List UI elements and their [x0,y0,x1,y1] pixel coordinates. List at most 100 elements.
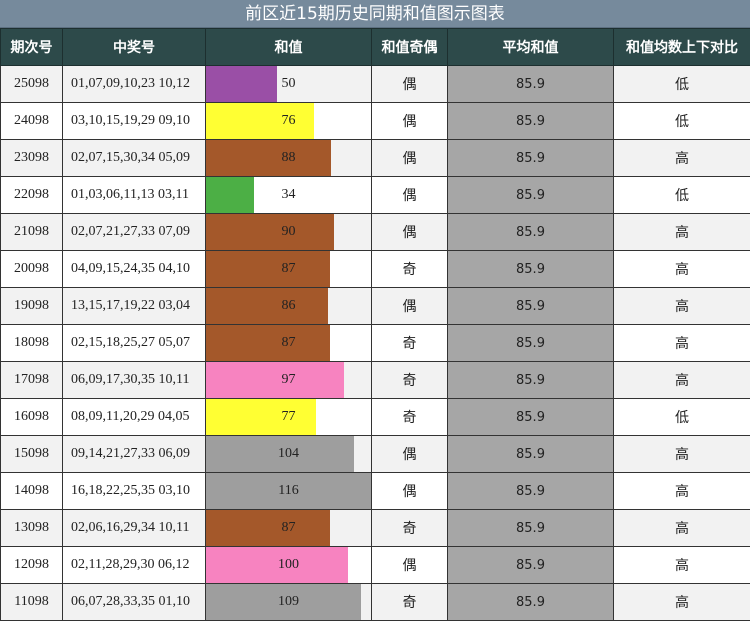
header-parity: 和值奇偶 [372,29,448,66]
table-row: 2309802,07,15,30,34 05,0988偶85.9高 [1,140,750,177]
parity-cell: 偶 [372,177,448,214]
header-numbers: 中奖号 [63,29,206,66]
sum-cell: 97 [206,362,372,399]
numbers-cell: 02,15,18,25,27 05,07 [63,325,206,362]
sum-value-label: 90 [206,214,371,250]
compare-cell: 高 [614,325,750,362]
period-cell: 22098 [1,177,63,214]
sum-value-label: 104 [206,436,371,472]
sum-value-label: 34 [206,177,371,213]
header-average: 平均和值 [448,29,614,66]
parity-cell: 奇 [372,325,448,362]
numbers-cell: 02,07,15,30,34 05,09 [63,140,206,177]
table-row: 1609808,09,11,20,29 04,0577奇85.9低 [1,399,750,436]
numbers-cell: 13,15,17,19,22 03,04 [63,288,206,325]
period-cell: 15098 [1,436,63,473]
sum-value-label: 87 [206,251,371,287]
average-cell: 85.9 [448,103,614,140]
parity-cell: 偶 [372,436,448,473]
average-cell: 85.9 [448,436,614,473]
numbers-cell: 08,09,11,20,29 04,05 [63,399,206,436]
compare-cell: 高 [614,288,750,325]
average-cell: 85.9 [448,362,614,399]
header-period: 期次号 [1,29,63,66]
sum-value-label: 88 [206,140,371,176]
period-cell: 12098 [1,547,63,584]
compare-cell: 高 [614,436,750,473]
period-cell: 19098 [1,288,63,325]
table-row: 2009804,09,15,24,35 04,1087奇85.9高 [1,251,750,288]
sum-cell: 87 [206,251,372,288]
parity-cell: 偶 [372,140,448,177]
chart-container: 前区近15期历史同期和值图示图表 期次号 中奖号 和值 和值奇偶 平均和值 和值… [0,0,750,620]
header-row: 期次号 中奖号 和值 和值奇偶 平均和值 和值均数上下对比 [1,29,750,66]
sum-value-label: 50 [206,66,371,102]
sum-cell: 109 [206,584,372,621]
table-row: 1109806,07,28,33,35 01,10109奇85.9高 [1,584,750,621]
table-body: 2509801,07,09,10,23 10,1250偶85.9低2409803… [1,66,750,621]
compare-cell: 高 [614,214,750,251]
numbers-cell: 04,09,15,24,35 04,10 [63,251,206,288]
numbers-cell: 01,03,06,11,13 03,11 [63,177,206,214]
period-cell: 13098 [1,510,63,547]
parity-cell: 偶 [372,214,448,251]
sum-cell: 100 [206,547,372,584]
average-cell: 85.9 [448,177,614,214]
average-cell: 85.9 [448,547,614,584]
table-row: 1809802,15,18,25,27 05,0787奇85.9高 [1,325,750,362]
sum-value-label: 100 [206,547,371,583]
sum-value-label: 87 [206,325,371,361]
table-row: 1909813,15,17,19,22 03,0486偶85.9高 [1,288,750,325]
parity-cell: 奇 [372,584,448,621]
parity-cell: 奇 [372,251,448,288]
compare-cell: 高 [614,510,750,547]
table-row: 1309802,06,16,29,34 10,1187奇85.9高 [1,510,750,547]
sum-cell: 87 [206,325,372,362]
period-cell: 16098 [1,399,63,436]
sum-cell: 88 [206,140,372,177]
table-row: 2109802,07,21,27,33 07,0990偶85.9高 [1,214,750,251]
compare-cell: 低 [614,177,750,214]
compare-cell: 高 [614,362,750,399]
numbers-cell: 03,10,15,19,29 09,10 [63,103,206,140]
compare-cell: 高 [614,547,750,584]
sum-cell: 77 [206,399,372,436]
sum-value-label: 77 [206,399,371,435]
numbers-cell: 06,09,17,30,35 10,11 [63,362,206,399]
table-row: 2409803,10,15,19,29 09,1076偶85.9低 [1,103,750,140]
average-cell: 85.9 [448,288,614,325]
period-cell: 11098 [1,584,63,621]
parity-cell: 奇 [372,510,448,547]
numbers-cell: 16,18,22,25,35 03,10 [63,473,206,510]
sum-cell: 76 [206,103,372,140]
sum-cell: 116 [206,473,372,510]
compare-cell: 高 [614,251,750,288]
average-cell: 85.9 [448,325,614,362]
average-cell: 85.9 [448,214,614,251]
parity-cell: 偶 [372,103,448,140]
period-cell: 18098 [1,325,63,362]
table-row: 1709806,09,17,30,35 10,1197奇85.9高 [1,362,750,399]
sum-cell: 87 [206,510,372,547]
sum-cell: 50 [206,66,372,103]
period-cell: 17098 [1,362,63,399]
table-row: 1209802,11,28,29,30 06,12100偶85.9高 [1,547,750,584]
period-cell: 20098 [1,251,63,288]
compare-cell: 低 [614,103,750,140]
numbers-cell: 06,07,28,33,35 01,10 [63,584,206,621]
compare-cell: 低 [614,66,750,103]
sum-cell: 34 [206,177,372,214]
table-row: 2509801,07,09,10,23 10,1250偶85.9低 [1,66,750,103]
sum-value-label: 109 [206,584,371,620]
average-cell: 85.9 [448,510,614,547]
sum-value-label: 97 [206,362,371,398]
sum-value-label: 116 [206,473,371,509]
parity-cell: 偶 [372,473,448,510]
average-cell: 85.9 [448,66,614,103]
sum-value-label: 76 [206,103,371,139]
compare-cell: 高 [614,584,750,621]
average-cell: 85.9 [448,399,614,436]
period-cell: 25098 [1,66,63,103]
chart-title: 前区近15期历史同期和值图示图表 [0,0,750,28]
sum-table: 期次号 中奖号 和值 和值奇偶 平均和值 和值均数上下对比 2509801,07… [0,28,750,621]
